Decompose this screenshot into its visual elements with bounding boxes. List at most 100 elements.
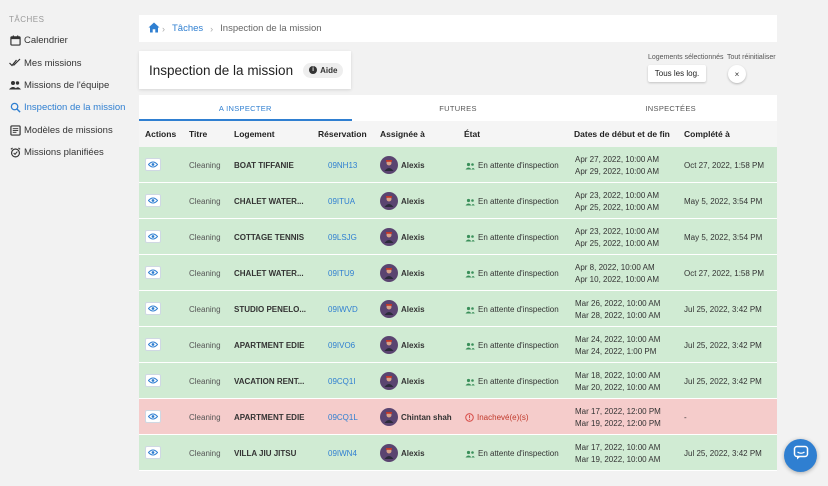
all-housings-button[interactable]: Tous les log.	[648, 65, 706, 82]
selected-housings-label: Logements sélectionnés	[648, 54, 724, 61]
cell-complete: Jul 25, 2022, 3:42 PM	[684, 377, 762, 386]
table-row: Cleaning VACATION RENT... 09CQ1I Alexis En a…	[139, 363, 777, 399]
eye-icon[interactable]	[145, 302, 161, 315]
avatar	[380, 408, 398, 426]
waiting-users-icon	[465, 450, 475, 458]
cell-complete: -	[684, 413, 687, 422]
eye-icon[interactable]	[145, 446, 161, 459]
avatar	[380, 444, 398, 462]
cell-dates: Mar 17, 2022, 10:00 AM Mar 19, 2022, 10:0…	[575, 442, 660, 465]
cell-etat: Inachevé(e)(s)	[465, 413, 529, 422]
cell-dates: Apr 27, 2022, 10:00 AM Apr 29, 2022, 10:0…	[575, 154, 659, 177]
sidebar-item-mes-missions[interactable]: Mes missions	[9, 57, 82, 69]
close-icon[interactable]: ×	[728, 65, 746, 83]
start-date: Mar 26, 2022, 10:00 AM	[575, 299, 661, 308]
eye-icon[interactable]	[145, 374, 161, 387]
avatar	[380, 336, 398, 354]
cell-etat: En attente d'inspection	[465, 305, 559, 314]
cell-dates: Mar 17, 2022, 12:00 PM Mar 19, 2022, 12:0…	[575, 406, 661, 429]
cell-logement: APARTMENT EDIE	[234, 413, 305, 422]
avatar	[380, 156, 398, 174]
assignee-name: Chintan shah	[401, 412, 452, 422]
cell-reservation-link[interactable]: 09IWVD	[328, 305, 358, 314]
cell-assignee: Alexis	[380, 336, 425, 354]
cell-assignee: Alexis	[380, 192, 425, 210]
sidebar-item-inspection[interactable]: Inspection de la mission	[9, 101, 125, 113]
sidebar-item-label: Calendrier	[24, 34, 68, 46]
table-row: Cleaning BOAT TIFFANIE 09NH13 Alexis En atte…	[139, 147, 777, 183]
eye-icon[interactable]	[145, 338, 161, 351]
eye-icon[interactable]	[145, 266, 161, 279]
table-header: Actions Titre Logement Réservation Assig…	[139, 121, 777, 147]
cell-titre: Cleaning	[189, 305, 221, 314]
column-header-assignee: Assignée à	[380, 129, 425, 139]
cell-reservation-link[interactable]: 09CQ1L	[328, 413, 358, 422]
tab-futures[interactable]: FUTURES	[352, 95, 565, 121]
team-icon	[9, 79, 21, 91]
cell-complete: Jul 25, 2022, 3:42 PM	[684, 305, 762, 314]
cell-titre: Cleaning	[189, 161, 221, 170]
end-date: Mar 19, 2022, 10:00 AM	[575, 454, 661, 464]
cell-titre: Cleaning	[189, 197, 221, 206]
cell-reservation-link[interactable]: 09IWN4	[328, 449, 357, 458]
cell-complete: May 5, 2022, 3:54 PM	[684, 233, 763, 242]
chat-icon	[793, 445, 809, 466]
cell-assignee: Alexis	[380, 228, 425, 246]
cell-reservation-link[interactable]: 09ITU9	[328, 269, 354, 278]
etat-label: En attente d'inspection	[478, 341, 559, 350]
eye-icon[interactable]	[145, 194, 161, 207]
end-date: Apr 29, 2022, 10:00 AM	[575, 166, 660, 176]
waiting-users-icon	[465, 342, 475, 350]
eye-icon[interactable]	[145, 410, 161, 423]
home-icon[interactable]	[148, 22, 160, 36]
cell-etat: En attente d'inspection	[465, 377, 559, 386]
sidebar-item-label: Inspection de la mission	[24, 101, 126, 113]
cell-reservation-link[interactable]: 09LSJG	[328, 233, 357, 242]
etat-label: En attente d'inspection	[478, 197, 559, 206]
sidebar-header: TÂCHES	[9, 15, 45, 24]
waiting-users-icon	[465, 198, 475, 206]
cell-assignee: Alexis	[380, 372, 425, 390]
table-row: Cleaning CHALET WATER... 09ITUA Alexis En at…	[139, 183, 777, 219]
cell-reservation-link[interactable]: 09ITUA	[328, 197, 355, 206]
cell-reservation-link[interactable]: 09NH13	[328, 161, 357, 170]
sidebar-item-missions-equipe[interactable]: Missions de l'équipe	[9, 79, 109, 91]
cell-logement: COTTAGE TENNIS	[234, 233, 305, 242]
cell-complete: Oct 27, 2022, 1:58 PM	[684, 269, 765, 278]
cell-reservation-link[interactable]: 09CQ1I	[328, 377, 356, 386]
waiting-users-icon	[465, 234, 475, 242]
cell-dates: Apr 23, 2022, 10:00 AM Apr 25, 2022, 10:0…	[575, 190, 659, 213]
cell-logement: VACATION RENT...	[234, 377, 305, 386]
tab-a-inspecter[interactable]: A INSPECTER	[139, 95, 352, 121]
eye-icon[interactable]	[145, 230, 161, 243]
cell-titre: Cleaning	[189, 269, 221, 278]
breadcrumb-link[interactable]: Tâches	[172, 23, 203, 34]
checkmark-icon	[9, 57, 21, 69]
sidebar-item-modeles[interactable]: Modèles de missions	[9, 124, 113, 136]
cell-dates: Apr 8, 2022, 10:00 AM Apr 10, 2022, 10:00…	[575, 262, 659, 285]
cell-etat: En attente d'inspection	[465, 449, 559, 458]
chat-button[interactable]	[784, 439, 817, 472]
sidebar-item-planifiees[interactable]: Missions planifiées	[9, 146, 104, 158]
chevron-right-icon: ›	[210, 23, 214, 34]
sidebar-item-label: Missions planifiées	[24, 146, 104, 158]
eye-icon[interactable]	[145, 158, 161, 171]
start-date: Mar 18, 2022, 10:00 AM	[575, 371, 661, 380]
waiting-users-icon	[465, 162, 475, 170]
cell-reservation-link[interactable]: 09IVO6	[328, 341, 355, 350]
reset-all-link[interactable]: Tout réinitialiser	[727, 54, 776, 61]
sidebar-item-calendrier[interactable]: Calendrier	[9, 34, 68, 46]
cell-assignee: Alexis	[380, 264, 425, 282]
tab-inspectees[interactable]: INSPECTÉES	[564, 95, 777, 121]
cell-dates: Mar 18, 2022, 10:00 AM Mar 20, 2022, 10:0…	[575, 370, 660, 393]
start-date: Apr 8, 2022, 10:00 AM	[575, 263, 655, 272]
etat-label: En attente d'inspection	[478, 269, 559, 278]
cell-assignee: Alexis	[380, 300, 425, 318]
help-button[interactable]: i Aide	[303, 62, 344, 78]
start-date: Mar 17, 2022, 12:00 PM	[575, 407, 661, 416]
waiting-users-icon	[465, 270, 475, 278]
column-header-actions: Actions	[145, 129, 177, 139]
start-date: Apr 23, 2022, 10:00 AM	[575, 191, 660, 200]
cell-dates: Mar 26, 2022, 10:00 AM Mar 28, 2022, 10:0…	[575, 298, 660, 321]
assignee-name: Alexis	[401, 160, 425, 170]
